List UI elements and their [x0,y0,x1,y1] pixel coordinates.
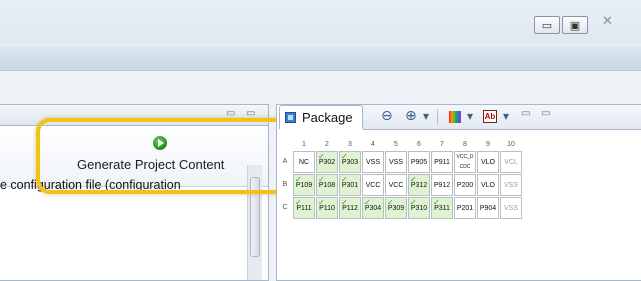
package-minimize-icon[interactable]: ▭ [521,108,530,119]
column-number: 8 [463,141,467,148]
column-number: 4 [371,141,375,148]
pin-cell[interactable]: P200 [454,174,476,196]
color-palette-icon[interactable] [449,111,461,123]
pin-cell[interactable]: VLO [477,174,499,196]
pin-cell[interactable]: P309 [385,197,407,219]
pin-cell[interactable]: P310 [408,197,430,219]
pin-cell[interactable]: P911 [431,151,453,173]
pin-cell[interactable]: P912 [431,174,453,196]
main-toolbar [0,46,641,71]
column-number: 10 [507,141,515,148]
tab-package-label: Package [302,110,353,125]
close-icon[interactable]: ✕ [602,14,613,29]
row-label: B [282,181,288,188]
pin-cell[interactable]: P303 [339,151,361,173]
pin-cell[interactable]: VLO [477,151,499,173]
maximize-icon: ▣ [569,19,581,32]
pin-cell[interactable]: VSS [500,174,522,196]
package-icon [285,112,296,123]
pin-cell[interactable]: VSS [362,151,384,173]
pin-cell[interactable]: P301 [339,174,361,196]
zoom-out-icon[interactable]: ⊖ [381,108,393,124]
row-label: C [282,204,288,211]
zoom-in-icon[interactable]: ⊕ [405,108,417,124]
minimize-button[interactable]: ▭ [534,16,560,34]
minimize-icon: ▭ [541,19,553,32]
pin-cell[interactable]: P109 [293,174,315,196]
pin-cell[interactable]: VSS [385,151,407,173]
pin-cell[interactable]: P201 [454,197,476,219]
pin-cell[interactable]: P112 [339,197,361,219]
pin-cell[interactable]: P110 [316,197,338,219]
pin-cell[interactable]: NC [293,151,315,173]
pin-cell[interactable]: VCC [362,174,384,196]
pin-cell[interactable]: VCC_DCDC [454,151,476,173]
pin-cell[interactable]: P304 [362,197,384,219]
maximize-button[interactable]: ▣ [562,16,588,34]
palette-dropdown-icon[interactable]: ▾ [467,109,473,123]
toolbar-separator [437,109,438,125]
highlight-callout [36,118,288,194]
package-view: Package ⊖ ⊕ ▾ ▾ Ab ▾ ▭ ▭ 12345678910ANCP… [276,104,641,281]
row-label: A [282,158,288,165]
pin-cell[interactable]: P111 [293,197,315,219]
package-toolbar: ⊖ ⊕ ▾ ▾ Ab ▾ ▭ ▭ [363,105,641,130]
pin-cell[interactable]: P904 [477,197,499,219]
zoom-dropdown-icon[interactable]: ▾ [423,109,429,123]
column-number: 9 [486,141,490,148]
column-number: 5 [394,141,398,148]
column-number: 3 [348,141,352,148]
package-maximize-icon[interactable]: ▭ [541,108,550,119]
pin-cell[interactable]: VSS [500,197,522,219]
column-number: 1 [302,141,306,148]
label-dropdown-icon[interactable]: ▾ [503,109,509,123]
pin-cell[interactable]: P311 [431,197,453,219]
pin-cell[interactable]: VCC [385,174,407,196]
pin-cell[interactable]: P312 [408,174,430,196]
column-number: 7 [440,141,444,148]
pin-cell[interactable]: P302 [316,151,338,173]
column-number: 6 [417,141,421,148]
pin-cell[interactable]: P108 [316,174,338,196]
label-style-icon[interactable]: Ab [483,110,497,123]
tab-package[interactable]: Package [279,105,363,129]
column-number: 2 [325,141,329,148]
pin-cell[interactable]: P905 [408,151,430,173]
pin-cell[interactable]: VCL [500,151,522,173]
